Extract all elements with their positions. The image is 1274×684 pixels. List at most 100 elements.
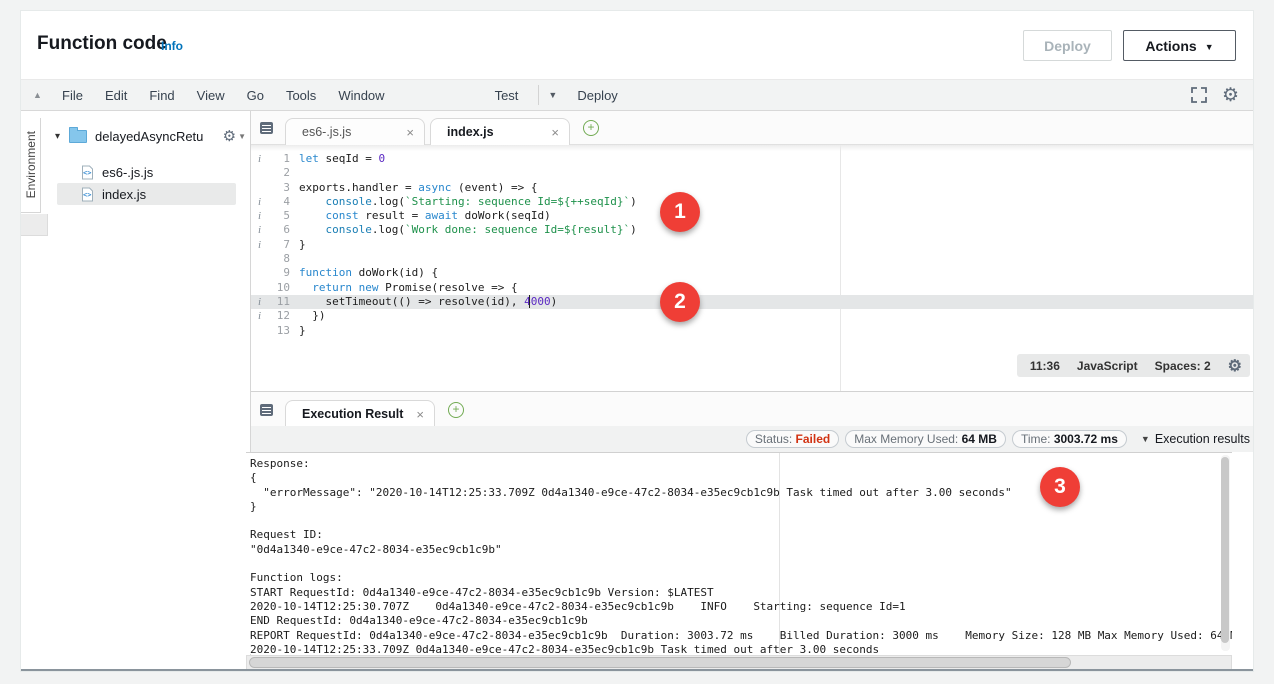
output-line: START RequestId: 0d4a1340-e9ce-47c2-8034…	[250, 586, 1232, 600]
info-link[interactable]: Info	[161, 39, 183, 53]
new-tab-button[interactable]: +	[583, 120, 599, 136]
card-header: Function code Info Deploy Actions▼	[21, 11, 1253, 79]
gear-icon: ⚙	[223, 127, 236, 145]
tab-list-icon[interactable]	[260, 122, 273, 134]
menu-item-edit[interactable]: Edit	[94, 88, 138, 103]
code-text: }	[299, 324, 306, 338]
file-name: es6-.js.js	[102, 165, 153, 180]
test-dropdown-icon[interactable]: ▼	[548, 90, 557, 100]
editor-settings-gear-icon[interactable]: ⚙	[1222, 84, 1239, 107]
tab-close-icon[interactable]: ×	[539, 125, 559, 140]
code-line-13[interactable]: 13}	[251, 324, 1253, 338]
tree-file-es6-js-js[interactable]: <>es6-.js.js	[57, 161, 236, 183]
code-line-6[interactable]: i6 console.log(`Work done: sequence Id=$…	[251, 223, 1253, 237]
token	[299, 281, 312, 294]
tree-file-index-js[interactable]: <>index.js	[57, 183, 236, 205]
editor-tabs: es6-.js.js× index.js ×	[285, 117, 575, 144]
code-line-4[interactable]: i4 console.log(`Starting: sequence Id=${…	[251, 195, 1253, 209]
editor-tab-index-js[interactable]: index.js ×	[430, 118, 570, 145]
token: result =	[359, 209, 425, 222]
gutter-info-icon: i	[251, 223, 268, 237]
line-number: 12	[268, 309, 290, 323]
chevron-down-icon: ▼	[1205, 42, 1214, 52]
editor-tab-es6-js-js[interactable]: es6-.js.js×	[285, 118, 425, 145]
menu-item-go[interactable]: Go	[236, 88, 275, 103]
badge-value: 3003.72 ms	[1054, 432, 1118, 446]
code-line-12[interactable]: i12 })	[251, 309, 1253, 323]
code-line-3[interactable]: 3exports.handler = async (event) => {	[251, 181, 1253, 195]
output-line: 2020-10-14T12:25:33.709Z 0d4a1340-e9ce-4…	[250, 643, 1232, 654]
token: )	[630, 223, 637, 236]
code-line-8[interactable]: 8	[251, 252, 1253, 266]
cursor-position: 11:36	[1030, 359, 1060, 373]
actions-button[interactable]: Actions ▼	[1123, 30, 1236, 61]
menu-item-test[interactable]: Test	[484, 88, 530, 103]
execution-result-tab-label: Execution Result	[302, 407, 403, 421]
collapse-panel-icon[interactable]: ▲	[33, 90, 51, 100]
token: (event) => {	[451, 181, 537, 194]
tab-list-icon[interactable]	[260, 404, 273, 416]
code-pane[interactable]: i1let seqId = 023exports.handler = async…	[251, 145, 1253, 391]
vertical-scrollbar-thumb[interactable]	[1221, 457, 1229, 643]
token	[299, 209, 326, 222]
tree-folder-row[interactable]: ▾ delayedAsyncReturn ⚙▼	[55, 125, 246, 147]
menu-items: FileEditFindViewGoToolsWindow	[51, 88, 396, 103]
token: `Starting: sequence Id=${++seqId}`	[405, 195, 630, 208]
execution-result-tab[interactable]: Execution Result ×	[285, 400, 435, 427]
gutter-info-icon: i	[251, 209, 268, 223]
folder-disclosure-icon[interactable]: ▾	[55, 131, 69, 142]
menu-separator	[538, 85, 539, 105]
menu-item-file[interactable]: File	[51, 88, 94, 103]
execution-results-toggle[interactable]: ▼ Execution results	[1141, 432, 1250, 446]
badge-label: Time:	[1021, 432, 1054, 446]
tab-close-icon[interactable]: ×	[404, 407, 424, 422]
execution-tabbar: Execution Result × +	[251, 391, 1253, 426]
token: let	[299, 152, 319, 165]
output-line: Function logs:	[250, 571, 1232, 585]
output-lines: Response:{ "errorMessage": "2020-10-14T1…	[250, 457, 1232, 654]
menu-item-window[interactable]: Window	[327, 88, 395, 103]
horizontal-scrollbar[interactable]	[246, 655, 1232, 670]
tab-close-icon[interactable]: ×	[394, 125, 414, 140]
folder-settings-control[interactable]: ⚙▼	[223, 127, 246, 145]
code-line-11[interactable]: i11 setTimeout(() => resolve(id), 4000)	[251, 295, 1253, 309]
token: new	[359, 281, 379, 294]
code-line-7[interactable]: i7}	[251, 238, 1253, 252]
code-text: })	[299, 309, 326, 323]
menu-item-find[interactable]: Find	[138, 88, 185, 103]
code-line-9[interactable]: 9function doWork(id) {	[251, 266, 1253, 280]
output-line: REPORT RequestId: 0d4a1340-e9ce-47c2-803…	[250, 629, 1232, 643]
status-badges: Status: FailedMax Memory Used: 64 MBTime…	[746, 430, 1127, 448]
line-number: 3	[268, 181, 290, 195]
horizontal-scrollbar-thumb[interactable]	[249, 657, 1071, 668]
token: await	[425, 209, 458, 222]
vertical-scrollbar[interactable]	[1221, 455, 1230, 651]
environment-tab[interactable]: Environment	[21, 118, 41, 213]
editor-tab-label: index.js	[447, 125, 494, 139]
token: Promise(resolve => {	[379, 281, 518, 294]
new-tab-button[interactable]: +	[448, 402, 464, 418]
code-line-2[interactable]: 2	[251, 166, 1253, 180]
menu-item-view[interactable]: View	[186, 88, 236, 103]
badge-max-memory-used: Max Memory Used: 64 MB	[845, 430, 1006, 448]
token: }	[299, 238, 306, 251]
token: console	[326, 195, 372, 208]
chevron-down-icon: ▼	[238, 132, 246, 141]
actions-button-label: Actions	[1145, 38, 1196, 54]
menu-item-tools[interactable]: Tools	[275, 88, 327, 103]
code-line-1[interactable]: i1let seqId = 0	[251, 152, 1253, 166]
code-text: console.log(`Work done: sequence Id=${re…	[299, 223, 637, 237]
gutter-info-icon: i	[251, 309, 268, 323]
annotation-circle-1: 1	[660, 192, 700, 232]
code-line-10[interactable]: 10 return new Promise(resolve => {	[251, 281, 1253, 295]
code-line-5[interactable]: i5 const result = await doWork(seqId)	[251, 209, 1253, 223]
badge-label: Max Memory Used:	[854, 432, 961, 446]
status-bar-gear-icon[interactable]: ⚙	[1228, 356, 1242, 376]
fullscreen-icon[interactable]	[1191, 87, 1207, 103]
deploy-button[interactable]: Deploy	[1023, 30, 1112, 61]
output-line: 2020-10-14T12:25:30.707Z 0d4a1340-e9ce-4…	[250, 600, 1232, 614]
execution-output-pane[interactable]: Response:{ "errorMessage": "2020-10-14T1…	[246, 452, 1232, 654]
menu-item-deploy[interactable]: Deploy	[577, 88, 617, 103]
token: doWork(seqId)	[458, 209, 551, 222]
line-number: 2	[268, 166, 290, 180]
